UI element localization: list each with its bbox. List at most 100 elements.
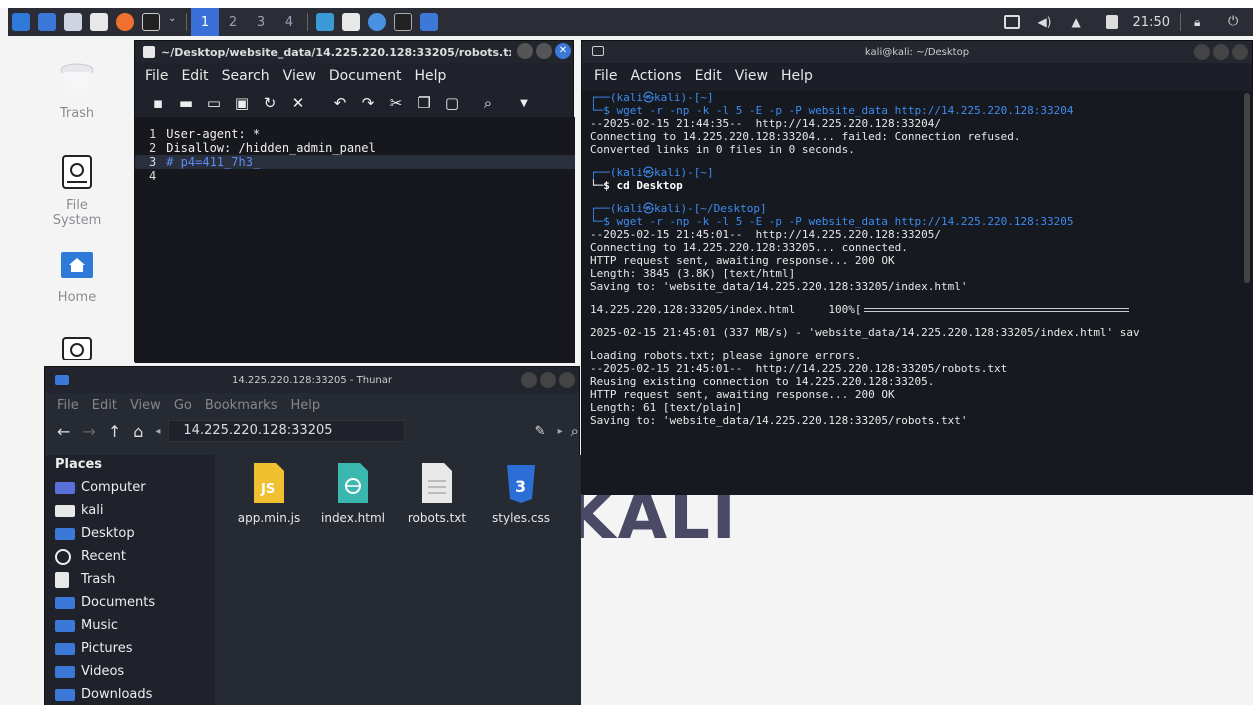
sidebar-item-trash[interactable]: Trash [55, 568, 215, 591]
forward-arrow-icon[interactable]: → [82, 422, 95, 441]
desktop-icon-file-system[interactable]: File System [40, 152, 114, 228]
top-panel: ⌄ 1 2 3 4 ◀) ▲ 21:50 🔒︎ ⏻ [8, 8, 1253, 36]
new-file-icon[interactable]: ▪ [149, 94, 167, 112]
up-arrow-icon[interactable]: ↑ [108, 422, 121, 441]
menu-view[interactable]: View [283, 68, 316, 84]
file-item-index-html[interactable]: index.html [311, 461, 395, 525]
menu-actions[interactable]: Actions [630, 68, 681, 84]
sidebar-item-computer[interactable]: Computer [55, 476, 215, 499]
reload-icon[interactable]: ↻ [261, 94, 279, 112]
terminal-line: Loading robots.txt; please ignore errors… [590, 349, 862, 362]
minimize-button[interactable] [517, 43, 533, 59]
close-button[interactable] [1232, 44, 1248, 60]
menu-help[interactable]: Help [414, 68, 446, 84]
text-editor-area[interactable]: 1 User-agent: * 2 Disallow: /hidden_admi… [135, 117, 575, 363]
clock[interactable]: 21:50 [1133, 15, 1170, 30]
menu-edit[interactable]: Edit [181, 68, 208, 84]
menu-help[interactable]: Help [781, 68, 813, 84]
battery-icon[interactable] [1105, 15, 1118, 29]
menu-search[interactable]: Search [222, 68, 270, 84]
mousepad-window: ~/Desktop/website_data/14.225.220.128:33… [134, 40, 575, 363]
menu-file[interactable]: File [57, 398, 79, 413]
sidebar-item-downloads[interactable]: Downloads [55, 683, 215, 705]
file-item-styles-css[interactable]: 3 styles.css [479, 461, 563, 525]
workspace-2[interactable]: 2 [219, 8, 247, 36]
copy-icon[interactable]: ❐ [415, 94, 433, 112]
file-item-robots-txt[interactable]: robots.txt [395, 461, 479, 525]
volume-icon[interactable]: ◀) [1038, 15, 1054, 29]
maximize-button[interactable] [536, 43, 552, 59]
notification-bell-icon[interactable]: ▲ [1072, 15, 1088, 29]
terminal-line: --2025-02-15 21:45:01-- http://14.225.22… [590, 228, 941, 241]
workspace-3[interactable]: 3 [247, 8, 275, 36]
undo-icon[interactable]: ↶ [331, 94, 349, 112]
workspace-4[interactable]: 4 [275, 8, 303, 36]
terminal-output[interactable]: ┌──(kali㉿kali)-[~] └─$ wget -r -np -k -l… [582, 91, 1253, 495]
taskbar-app-icon[interactable] [316, 13, 334, 31]
desktop-folder-icon [55, 527, 75, 540]
chevron-left-icon[interactable]: ◂ [155, 426, 160, 437]
sidebar-item-music[interactable]: Music [55, 614, 215, 637]
display-icon[interactable] [1003, 15, 1020, 29]
thunar-titlebar[interactable]: 14.225.220.128:33205 - Thunar [45, 367, 579, 393]
maximize-button[interactable] [540, 372, 556, 388]
sidebar-item-kali[interactable]: kali [55, 499, 215, 522]
show-desktop-icon[interactable] [38, 13, 56, 31]
desktop-icon-home[interactable]: Home [40, 244, 114, 305]
taskbar-terminal-icon[interactable] [394, 13, 412, 31]
menu-edit[interactable]: Edit [695, 68, 722, 84]
firefox-icon[interactable] [116, 13, 134, 31]
file-item-app-min-js[interactable]: JS app.min.js [227, 461, 311, 525]
minimize-button[interactable] [1194, 44, 1210, 60]
location-field[interactable]: 14.225.220.128:33205 [168, 420, 405, 442]
close-button[interactable] [559, 372, 575, 388]
menu-bookmarks[interactable]: Bookmarks [205, 398, 278, 413]
sidebar-item-pictures[interactable]: Pictures [55, 637, 215, 660]
chevron-down-icon[interactable]: ▼ [515, 98, 533, 109]
cut-icon[interactable]: ✂ [387, 94, 405, 112]
menu-file[interactable]: File [145, 68, 168, 84]
desktop-icon-trash[interactable]: Trash [40, 60, 114, 121]
open-file-icon[interactable]: ▬ [177, 94, 195, 112]
terminal-icon[interactable] [142, 13, 160, 31]
chevron-right-icon[interactable]: ▸ [558, 426, 563, 437]
menu-help[interactable]: Help [290, 398, 320, 413]
sidebar-item-videos[interactable]: Videos [55, 660, 215, 683]
mousepad-titlebar[interactable]: ~/Desktop/website_data/14.225.220.128:33… [135, 41, 573, 63]
save-as-icon[interactable]: ▣ [233, 94, 251, 112]
sidebar-item-recent[interactable]: Recent [55, 545, 215, 568]
taskbar-browser-icon[interactable] [368, 13, 386, 31]
menu-go[interactable]: Go [174, 398, 192, 413]
kali-menu-icon[interactable] [12, 13, 30, 31]
menu-edit[interactable]: Edit [92, 398, 117, 413]
lock-icon[interactable]: 🔒︎ [1194, 15, 1210, 29]
maximize-button[interactable] [1213, 44, 1229, 60]
text-editor-icon[interactable] [90, 13, 108, 31]
menu-document[interactable]: Document [329, 68, 402, 84]
minimize-button[interactable] [521, 372, 537, 388]
save-icon[interactable]: ▭ [205, 94, 223, 112]
taskbar-editor-icon[interactable] [342, 13, 360, 31]
menu-view[interactable]: View [130, 398, 161, 413]
redo-icon[interactable]: ↷ [359, 94, 377, 112]
close-tab-icon[interactable]: ✕ [289, 94, 307, 112]
sidebar-item-desktop[interactable]: Desktop [55, 522, 215, 545]
menu-file[interactable]: File [594, 68, 617, 84]
paste-icon[interactable]: ▢ [443, 94, 461, 112]
menu-view[interactable]: View [735, 68, 768, 84]
workspace-1[interactable]: 1 [191, 8, 219, 36]
search-icon[interactable]: ⌕ [571, 422, 579, 440]
taskbar-files-icon[interactable] [420, 13, 438, 31]
terminal-app-icon [592, 46, 604, 56]
file-manager-icon[interactable] [64, 13, 82, 31]
search-icon[interactable]: ⌕ [479, 94, 497, 112]
close-button[interactable]: ✕ [555, 43, 571, 59]
sidebar-item-documents[interactable]: Documents [55, 591, 215, 614]
chevron-down-icon[interactable]: ⌄ [168, 13, 178, 31]
logout-icon[interactable]: ⏻ [1228, 15, 1244, 29]
terminal-titlebar[interactable]: kali@kali: ~/Desktop [582, 41, 1252, 63]
edit-location-icon[interactable]: ✎ [535, 424, 546, 439]
home-icon[interactable]: ⌂ [133, 422, 143, 441]
terminal-scrollbar[interactable] [1244, 93, 1250, 283]
back-arrow-icon[interactable]: ← [57, 422, 70, 441]
